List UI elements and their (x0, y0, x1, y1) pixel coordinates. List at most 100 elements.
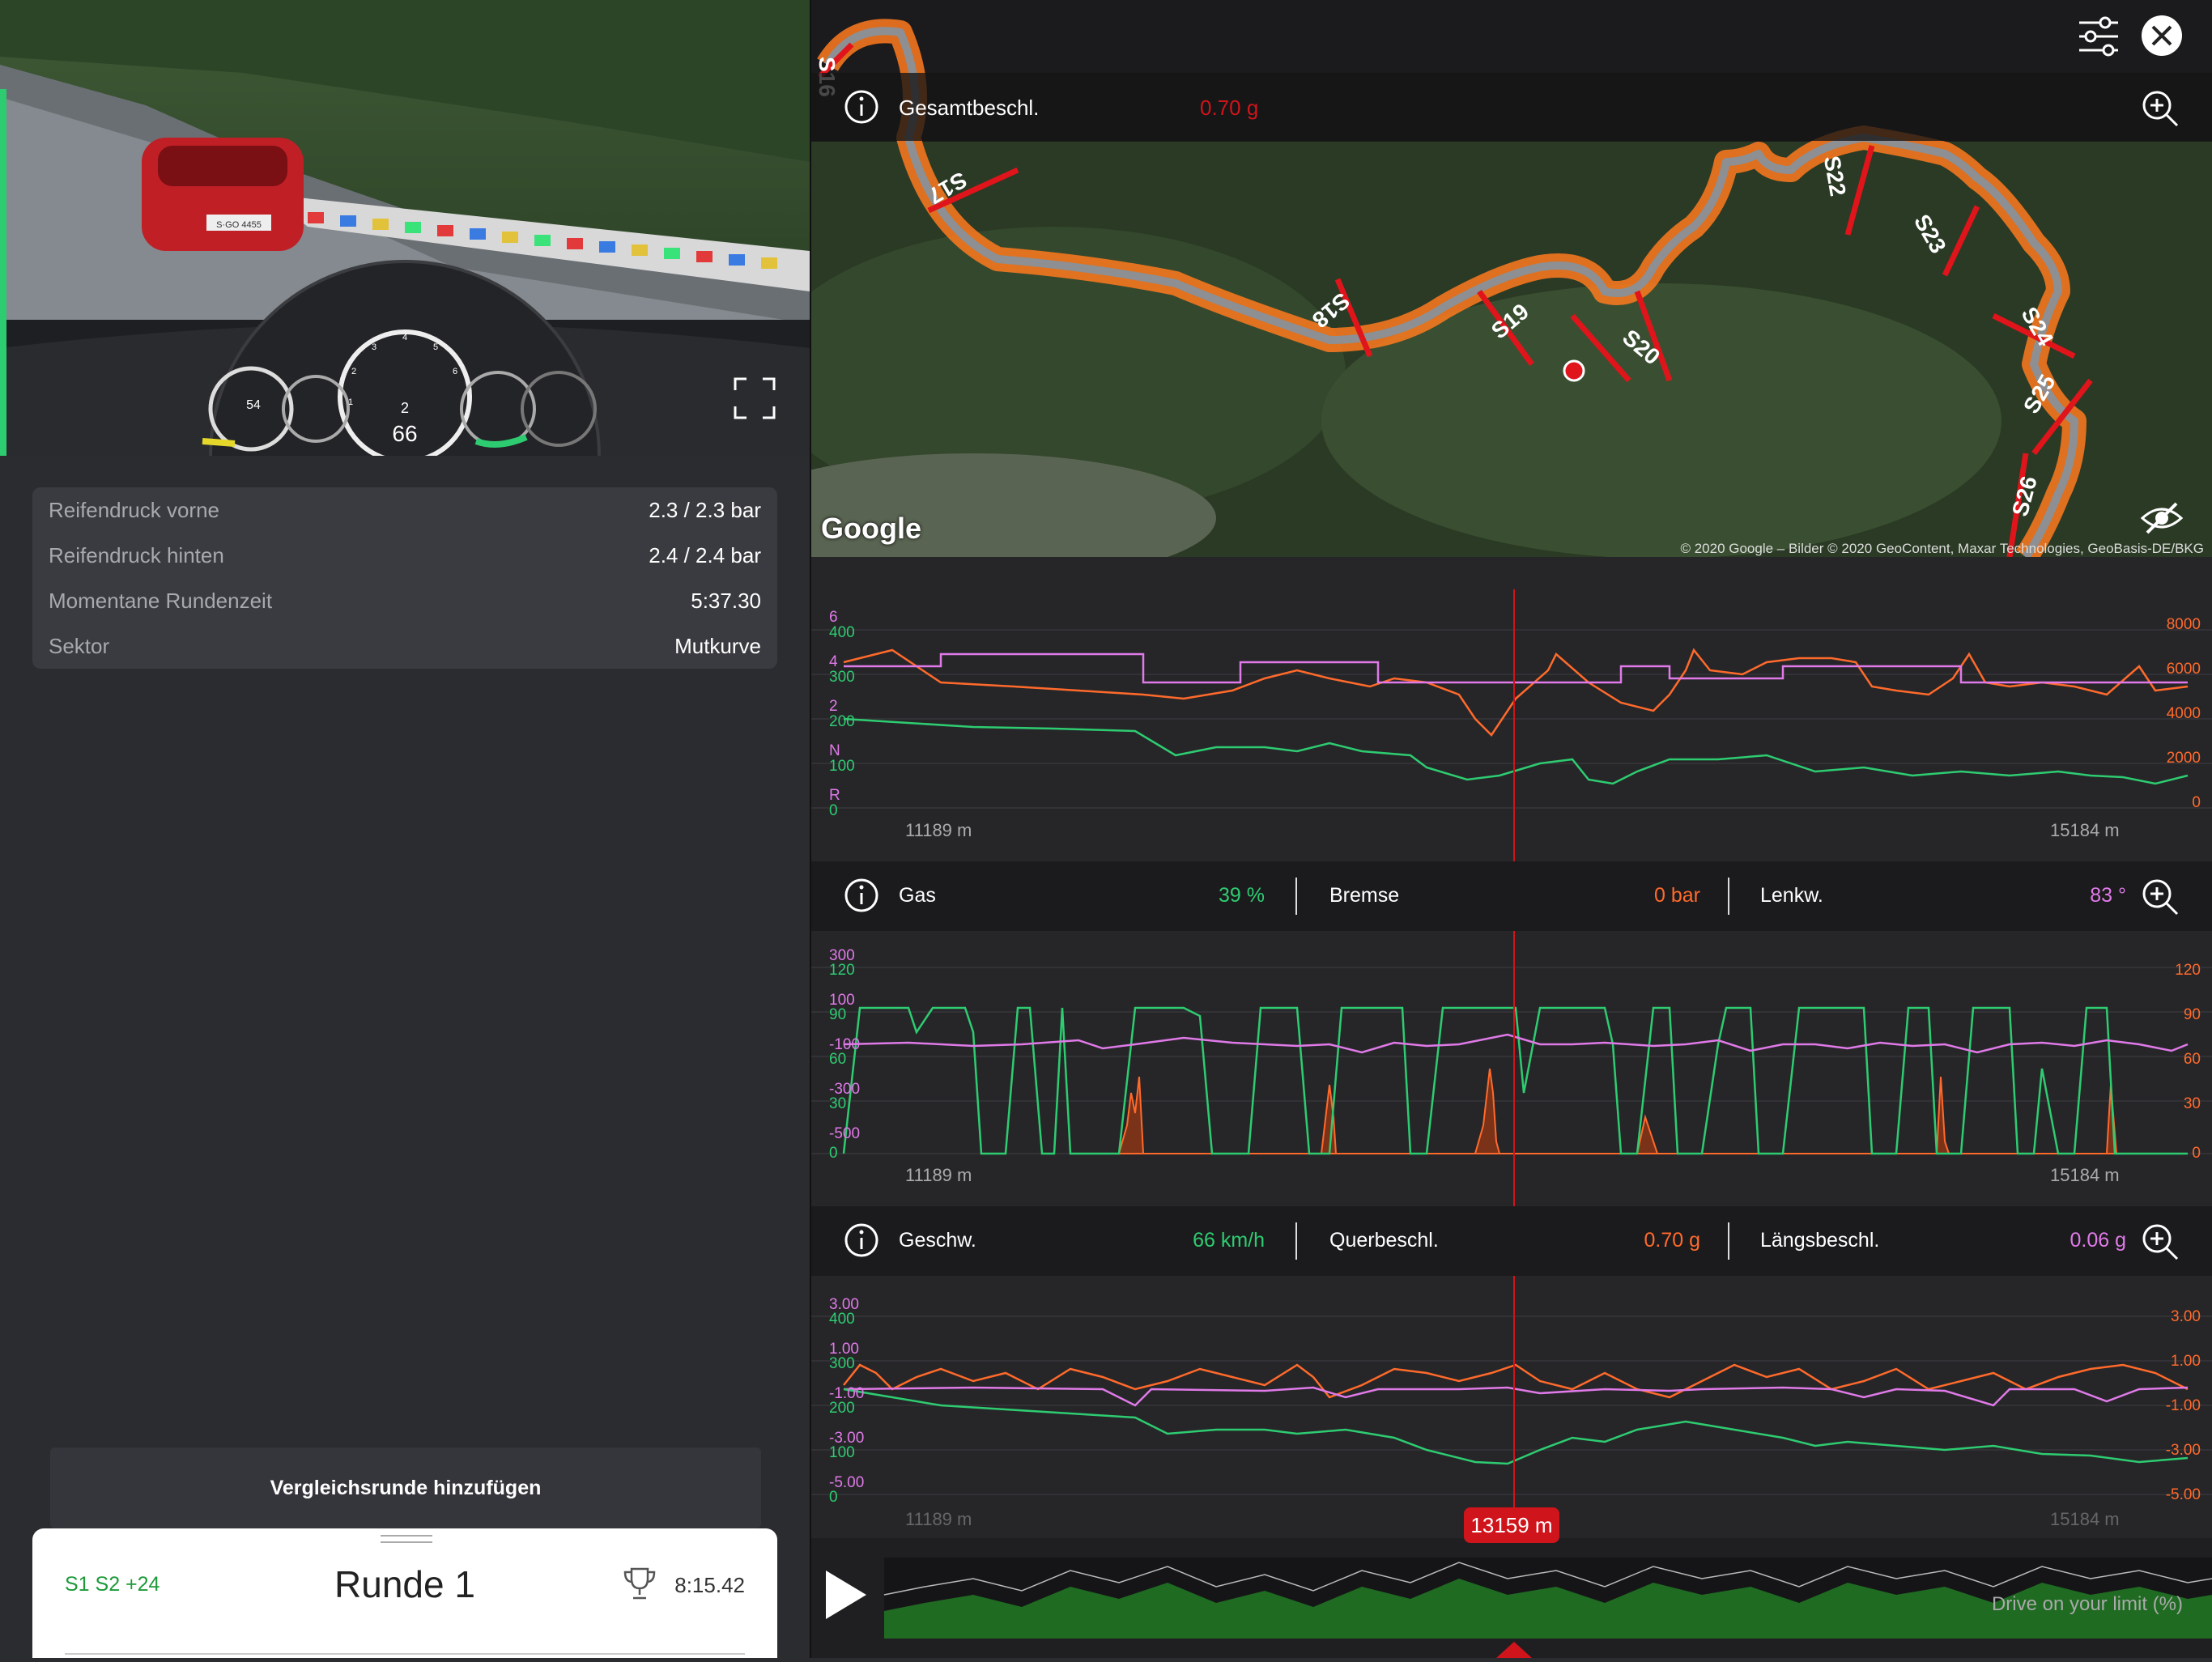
y-tick-speed: 100 (829, 758, 855, 775)
chart-speed-accel[interactable]: 3.00 1.00 -1.00 -3.00 -5.00 400 300 200 … (811, 1276, 2212, 1538)
y-tick-speed: 300 (829, 1355, 855, 1372)
video-gauge-tick-3: 3 (372, 342, 376, 352)
info-row-rear-pressure: Reifendruck hinten 2.4 / 2.4 bar (49, 533, 761, 578)
drag-handle[interactable] (381, 1535, 432, 1543)
x-tick-end: 15184 m (2050, 1509, 2120, 1529)
y-tick-throttle: 30 (829, 1095, 846, 1112)
y-tick-gear: N (829, 742, 840, 759)
y-tick-speed: 0 (829, 1489, 838, 1506)
speed-value: 66 km/h (1193, 1229, 1265, 1252)
x-tick-start: 11189 m (905, 1509, 972, 1529)
settings-sliders-icon[interactable] (2074, 15, 2123, 58)
divider (65, 1653, 745, 1655)
eye-slash-icon[interactable] (2139, 495, 2184, 541)
y-tick-lat-accel: 1.00 (2171, 1353, 2201, 1370)
lap-best-time: 8:15.42 (674, 1573, 745, 1597)
drive-limit-label: Drive on your limit (%) (1991, 1593, 2183, 1615)
video-gauge-left: 54 (246, 398, 261, 412)
x-tick-end: 15184 m (2050, 1165, 2120, 1185)
playhead-marker[interactable] (1496, 1642, 1532, 1658)
speed-label: Geschw. (899, 1229, 976, 1252)
chart-gear-speed-rpm[interactable]: 6 4 2 N R 400 300 200 100 0 8000 6000 40… (811, 557, 2212, 865)
info-key: Reifendruck hinten (49, 542, 224, 567)
video-gauge-tick-4: 4 (402, 333, 407, 342)
y-tick-lat-accel: 3.00 (2171, 1308, 2201, 1325)
play-icon[interactable] (826, 1571, 866, 1619)
close-icon[interactable] (2139, 13, 2184, 58)
info-key: Reifendruck vorne (49, 497, 219, 522)
info-value: 5:37.30 (691, 588, 761, 613)
brake-value: 0 bar (1654, 884, 1700, 907)
video-gauge-tick-5: 5 (433, 342, 438, 352)
map-attribution: © 2020 Google – Bilder © 2020 GeoContent… (1680, 541, 2204, 556)
chart-header-pedals: Gas 39 % Bremse 0 bar Lenkw. 83 ° (811, 861, 2212, 931)
y-tick-rpm: 6000 (2167, 661, 2201, 678)
y-tick-lat-accel: -1.00 (2166, 1397, 2201, 1414)
y-tick-rpm: 2000 (2167, 750, 2201, 767)
divider (1295, 1222, 1297, 1260)
longitudinal-accel-value: 0.06 g (2069, 1229, 2126, 1252)
add-comparison-lap-button[interactable]: Vergleichsrunde hinzufügen (50, 1447, 761, 1528)
y-tick-speed: 200 (829, 1400, 855, 1417)
x-tick-end: 15184 m (2050, 820, 2120, 840)
y-tick-speed: 100 (829, 1444, 855, 1461)
y-tick-speed: 0 (829, 802, 838, 819)
y-tick-speed: 400 (829, 1311, 855, 1328)
video-speed: 66 (392, 421, 417, 446)
chart-header-speed-accel: Geschw. 66 km/h Querbeschl. 0.70 g Längs… (811, 1206, 2212, 1276)
y-tick-steering: -500 (829, 1125, 860, 1142)
total-accel-label: Gesamtbeschl. (899, 96, 1040, 120)
y-tick-gear: 6 (829, 609, 838, 626)
current-distance-badge: 13159 m (1464, 1507, 1559, 1543)
throttle-label: Gas (899, 884, 936, 907)
fullscreen-icon[interactable] (734, 377, 776, 419)
zoom-in-icon[interactable] (2141, 878, 2180, 916)
video-gauge-tick-2: 2 (351, 367, 356, 376)
info-icon[interactable] (844, 89, 879, 125)
y-tick-throttle: 0 (829, 1145, 838, 1162)
lateral-accel-label: Querbeschl. (1329, 1229, 1439, 1252)
y-tick-brake: 60 (2184, 1051, 2201, 1068)
steering-value: 83 ° (2090, 884, 2126, 907)
divider (1295, 878, 1297, 915)
lap-sheet[interactable]: S1 S2 +24 Runde 1 8:15.42 (32, 1528, 777, 1658)
google-logo: Google (821, 512, 921, 545)
y-tick-throttle: 90 (829, 1006, 846, 1023)
lateral-accel-value: 0.70 g (1644, 1229, 1700, 1252)
zoom-in-icon[interactable] (2141, 89, 2180, 128)
throttle-value: 39 % (1219, 884, 1265, 907)
info-icon[interactable] (844, 1222, 879, 1258)
y-tick-speed: 400 (829, 624, 855, 641)
x-tick-start: 11189 m (905, 820, 972, 840)
y-tick-brake: 120 (2175, 962, 2201, 979)
y-tick-speed: 200 (829, 713, 855, 730)
video-gauge-tick-1: 1 (348, 397, 353, 407)
y-tick-throttle: 60 (829, 1051, 846, 1068)
chart-pedals[interactable]: 300 100 -100 -300 -500 120 90 60 30 0 12… (811, 931, 2212, 1206)
trophy-icon (623, 1567, 656, 1600)
y-tick-rpm: 4000 (2167, 705, 2201, 722)
y-tick-throttle: 120 (829, 962, 855, 979)
y-tick-speed: 300 (829, 669, 855, 686)
zoom-in-icon[interactable] (2141, 1222, 2180, 1261)
session-info-card: Reifendruck vorne 2.3 / 2.3 bar Reifendr… (32, 487, 777, 669)
divider (1728, 1222, 1729, 1260)
lap-title: Runde 1 (334, 1563, 475, 1605)
brake-label: Bremse (1329, 884, 1400, 907)
y-tick-lat-accel: -3.00 (2166, 1442, 2201, 1459)
y-tick-gear: 4 (829, 653, 838, 670)
y-tick-rpm: 8000 (2167, 616, 2201, 633)
y-tick-gear: 2 (829, 698, 838, 715)
map-info-bar: Gesamtbeschl. 0.70 g (811, 73, 2212, 141)
divider (1728, 878, 1729, 915)
info-value: 2.4 / 2.4 bar (649, 542, 761, 567)
info-row-sector: Sektor Mutkurve (49, 623, 761, 669)
x-tick-start: 11189 m (905, 1165, 972, 1185)
video-gear: 2 (401, 400, 409, 416)
y-tick-lat-accel: -5.00 (2166, 1486, 2201, 1503)
info-key: Sektor (49, 633, 110, 658)
info-icon[interactable] (844, 878, 879, 913)
longitudinal-accel-label: Längsbeschl. (1760, 1229, 1880, 1252)
info-row-front-pressure: Reifendruck vorne 2.3 / 2.3 bar (49, 487, 761, 533)
onboard-video[interactable]: 66 2 54 1 2 3 4 5 6 S·GO 4455 (0, 0, 810, 456)
